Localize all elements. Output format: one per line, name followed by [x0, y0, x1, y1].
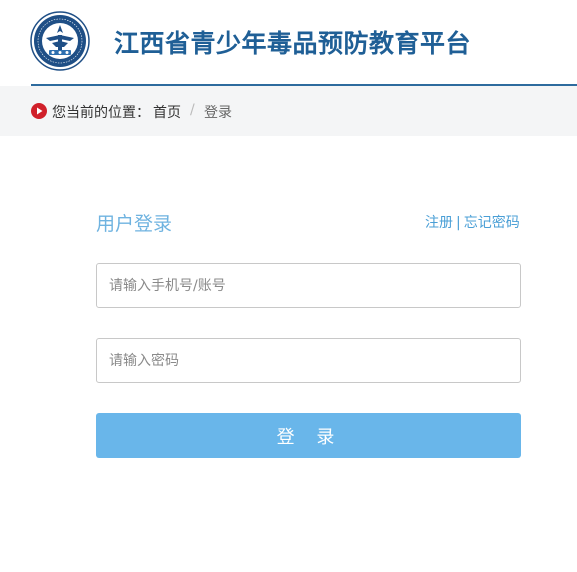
link-separator: | [456, 215, 461, 231]
breadcrumb-current: 登录 [204, 105, 232, 121]
account-input[interactable] [96, 263, 521, 308]
breadcrumb: 您当前的位置： 首页 / 登录 [0, 86, 577, 136]
logo-emblem-icon [30, 11, 90, 71]
site-header: 江西省青少年毒品预防教育平台 [0, 0, 577, 86]
login-button[interactable]: 登 录 [96, 413, 521, 458]
breadcrumb-label: 您当前的位置： [52, 105, 150, 121]
login-title: 用户登录 [96, 213, 173, 235]
play-circle-icon [31, 103, 47, 119]
breadcrumb-home-link[interactable]: 首页 [153, 102, 181, 122]
password-input[interactable] [96, 338, 521, 383]
breadcrumb-separator: / [190, 102, 195, 118]
login-links: 注册 | 忘记密码 [425, 212, 520, 232]
login-page: 江西省青少年毒品预防教育平台 您当前的位置： 首页 / 登录 用户登录 注册 | 忘… [0, 0, 577, 572]
register-link[interactable]: 注册 [425, 215, 453, 231]
forgot-password-link[interactable]: 忘记密码 [464, 215, 520, 231]
site-title: 江西省青少年毒品预防教育平台 [114, 29, 472, 58]
